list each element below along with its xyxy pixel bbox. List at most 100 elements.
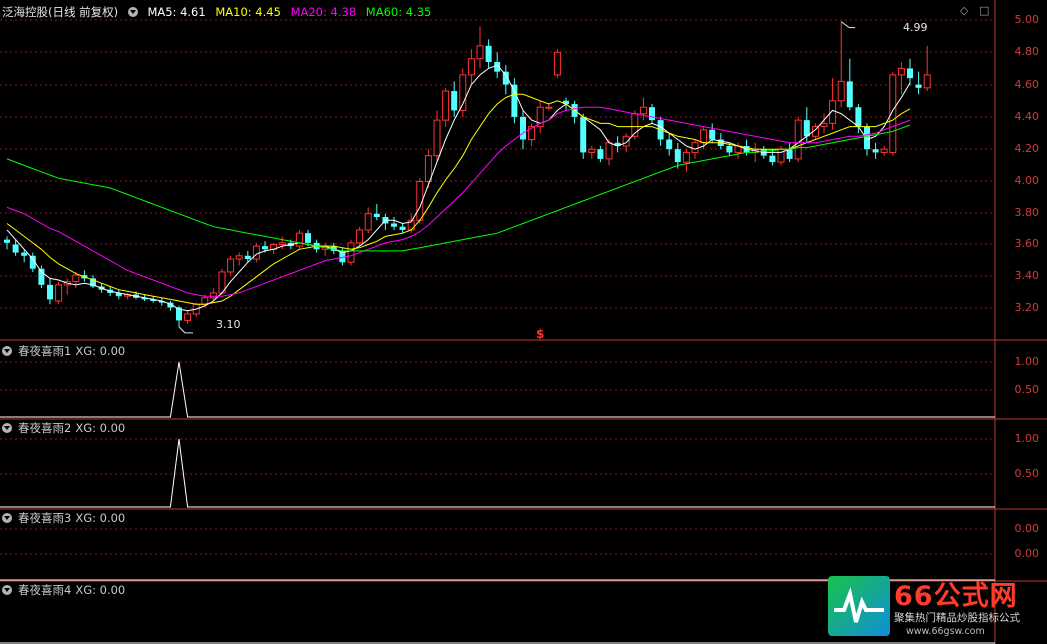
candle-body [399,226,406,230]
panel4-value: XG: 0.00 [75,583,126,597]
y-tick-label: 3.80 [1014,206,1040,219]
candle-body [347,242,355,263]
y-tick-label: 4.40 [1014,110,1040,123]
candle-body [769,155,776,163]
y-tick-label: 5.00 [1014,13,1040,26]
panel1-tick: 0.50 [1014,383,1040,396]
candle-body [820,122,828,128]
candle-body [184,313,192,321]
ma5-label: MA5: 4.61 [147,5,206,19]
candle-body [794,119,802,160]
candle-body [639,106,647,115]
candle-body [373,213,380,218]
candle-body [55,284,63,302]
panel1-collapse-icon[interactable] [2,346,12,356]
candle-body [520,116,526,140]
candle-body [209,292,217,299]
main-title[interactable]: 泛海控股(日线 前复权) [2,5,118,19]
candle-body [803,120,810,137]
signal-line [0,438,995,508]
candle-body [252,245,260,260]
watermark-url: www.66gsw.com [906,626,985,637]
candle-body [545,106,553,109]
candle-body [451,91,458,111]
candle-body [459,74,467,111]
y-tick-label: 4.00 [1014,174,1040,187]
candle-body [356,229,364,244]
candle-body [880,148,888,153]
candle-body [12,244,19,253]
low-pointer [178,326,193,334]
panel3-collapse-icon[interactable] [2,513,12,523]
panel1-value: XG: 0.00 [75,344,126,358]
ma10-label: MA10: 4.45 [215,5,281,19]
ma60-line [6,124,911,252]
panel1-header: 春夜喜雨1 XG: 0.00 [2,344,131,358]
ma10-line [6,93,911,305]
low-price-label: 3.10 [216,318,241,331]
panel3-value: XG: 0.00 [75,511,126,525]
panel4-header: 春夜喜雨4 XG: 0.00 [2,583,131,597]
candle-body [476,45,484,60]
candle-body [4,239,10,243]
candle-body [424,155,432,183]
panel2-title[interactable]: 春夜喜雨2 [18,421,71,435]
diamond-icon[interactable]: ◇ [960,4,968,17]
collapse-icon[interactable] [127,7,138,17]
candle-body [47,284,53,300]
candle-body [553,51,561,76]
panel2-tick: 0.50 [1014,467,1040,480]
candle-body [485,45,492,62]
panel1-title[interactable]: 春夜喜雨1 [18,344,71,358]
watermark-subtitle: 聚集热门精品炒股指标公式 [894,612,1020,624]
candle-body [923,74,931,89]
panel3-tick: 0.00 [1014,522,1040,535]
square-icon[interactable]: □ [979,4,989,17]
candle-body [391,223,397,227]
candle-body [897,67,905,76]
candle-body [700,129,708,144]
panel4-title[interactable]: 春夜喜雨4 [18,583,71,597]
y-tick-label: 4.20 [1014,142,1040,155]
y-tick-label: 4.80 [1014,45,1040,58]
candle-body [649,107,655,121]
panel3-tick: 0.00 [1014,547,1040,560]
chart-canvas[interactable] [0,0,1047,644]
candle-body [580,116,587,153]
chart-stage: 泛海控股(日线 前复权) MA5: 4.61 MA10: 4.45 MA20: … [0,0,1047,644]
candle-body [201,297,209,305]
candle-body [846,81,853,108]
candle-body [674,149,681,163]
candle-body [588,148,596,153]
y-tick-label: 4.60 [1014,78,1040,91]
main-header: 泛海控股(日线 前复权) MA5: 4.61 MA10: 4.45 MA20: … [2,5,437,19]
y-tick-label: 3.40 [1014,269,1040,282]
ma5-line [6,64,911,312]
candle-body [227,258,235,273]
watermark-logo [828,576,890,636]
ma60-label: MA60: 4.35 [365,5,432,19]
candle-body [907,68,913,79]
panel2-collapse-icon[interactable] [2,423,12,433]
signal-marker: $ [536,327,545,341]
panel2-tick: 1.00 [1014,432,1040,445]
candle-body [837,80,845,102]
candle-body [235,255,243,260]
y-tick-label: 3.60 [1014,237,1040,250]
candle-body [295,232,303,247]
candle-body [666,139,673,150]
panel3-title[interactable]: 春夜喜雨3 [18,511,71,525]
candle-body [709,129,716,140]
candle-body [433,119,441,157]
candle-body [597,149,604,159]
candle-body [72,274,80,283]
candle-body [872,149,879,153]
panel4-collapse-icon[interactable] [2,585,12,595]
candle-body [278,242,286,245]
panel3-header: 春夜喜雨3 XG: 0.00 [2,511,131,525]
high-price-label: 4.99 [903,21,928,34]
candle-body [244,255,251,260]
candle-body [605,142,613,160]
candle-body [305,233,311,243]
panel2-header: 春夜喜雨2 XG: 0.00 [2,421,131,435]
